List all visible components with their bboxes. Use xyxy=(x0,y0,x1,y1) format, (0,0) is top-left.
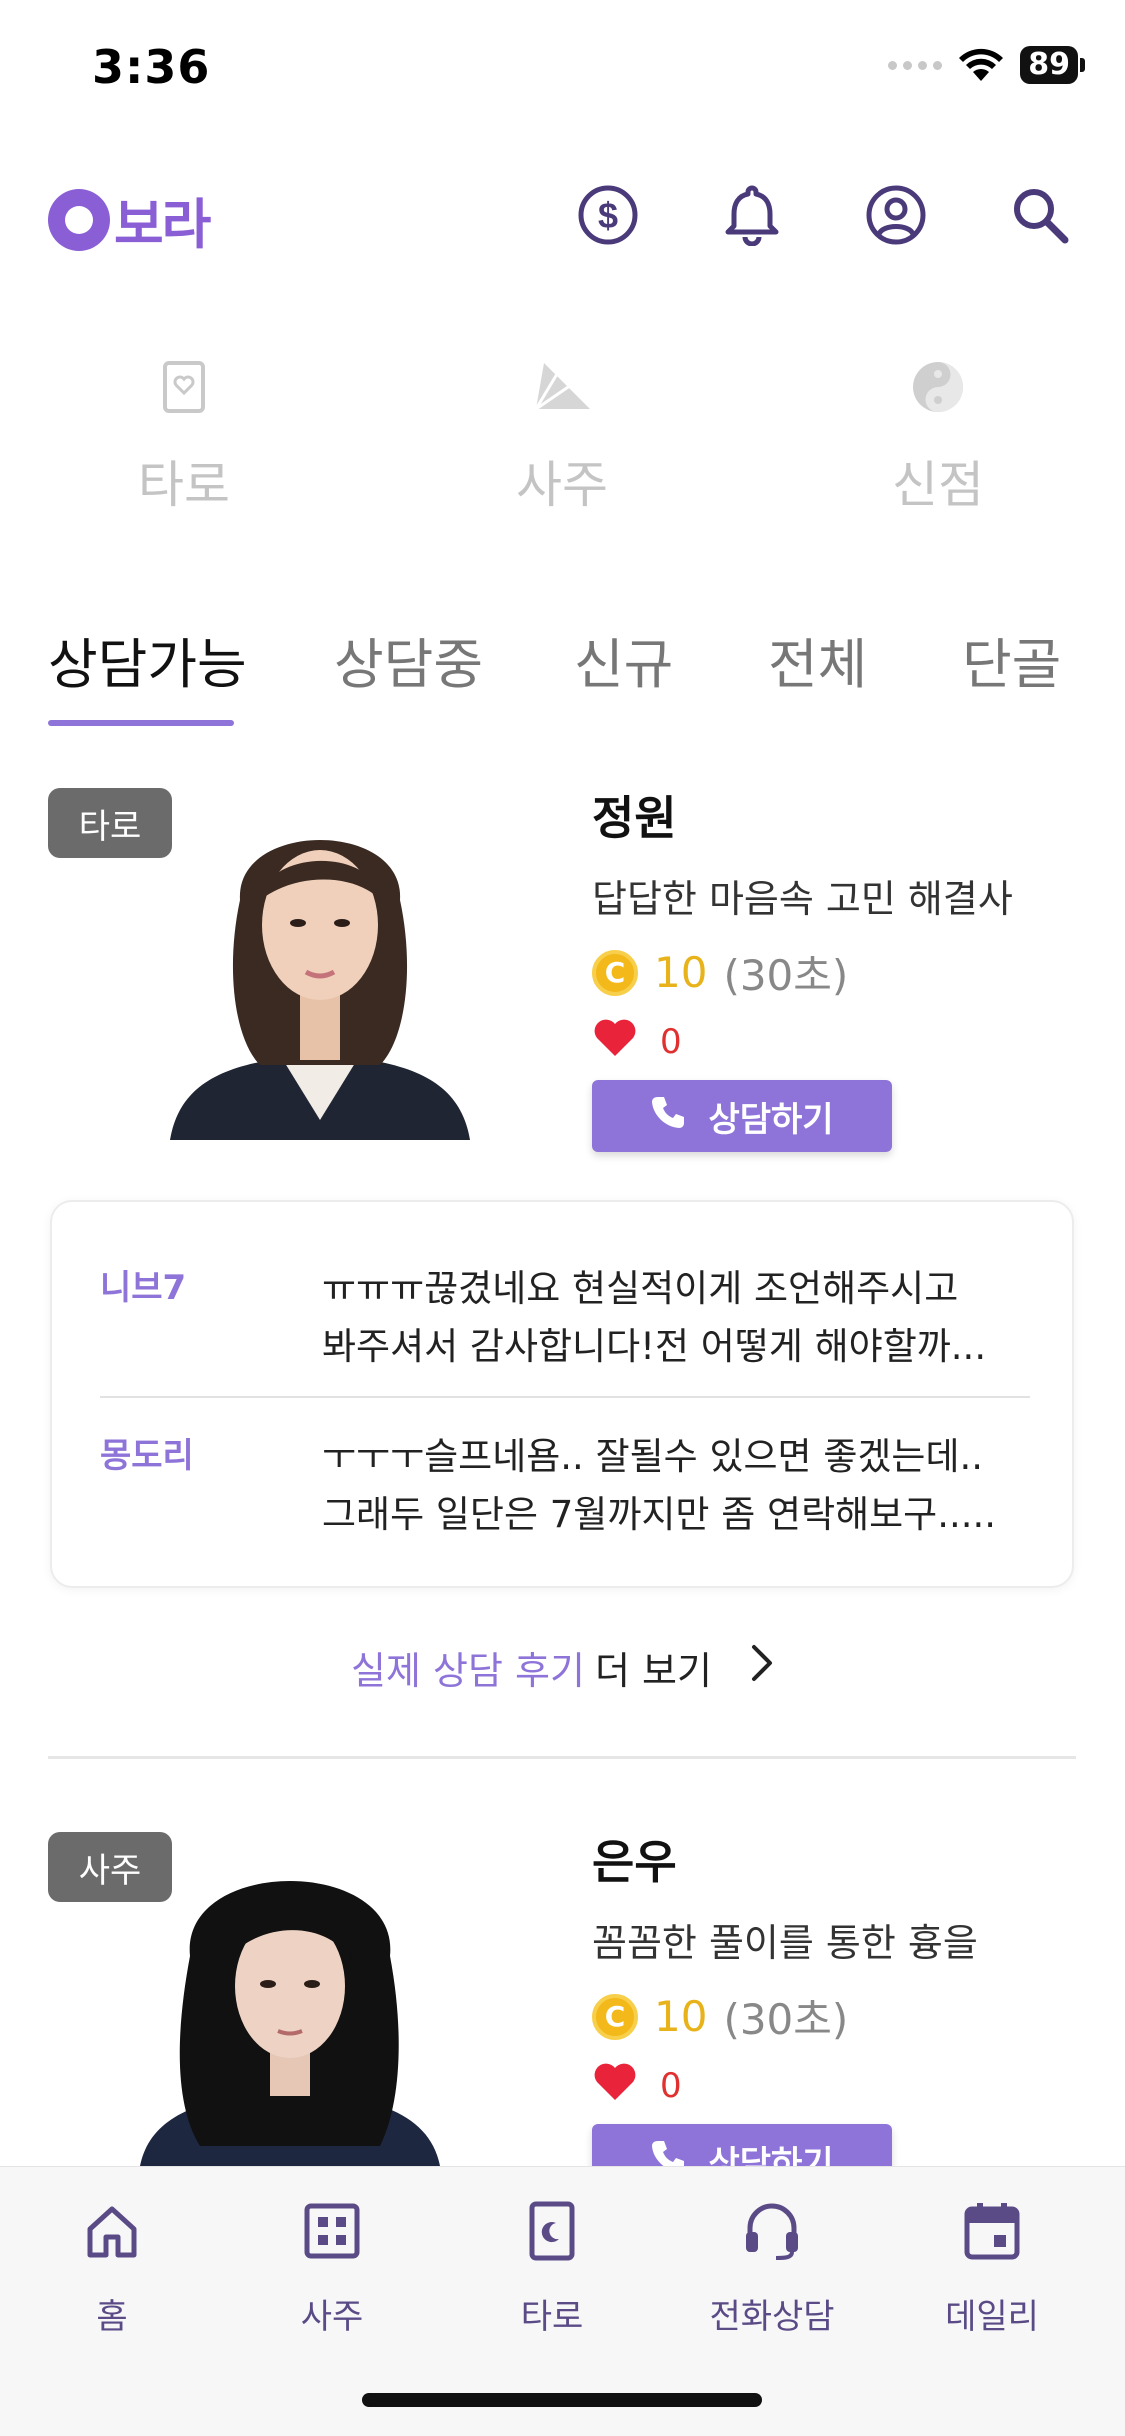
nav-saju[interactable]: 사주 xyxy=(232,2191,432,2338)
app-header: 보라 $ xyxy=(0,170,1125,260)
price-value: 10 xyxy=(654,948,708,997)
counselor-price: C 10 (30초) xyxy=(592,1986,848,2047)
more-reviews-link[interactable]: 실제 상담 후기 더 보기 xyxy=(0,1640,1125,1695)
counselor-name: 은우 xyxy=(592,1835,677,1889)
review-box: 니브7 ㅠㅠㅠ끊겼네요 현실적이게 조언해주시고 봐주셔서 감사합니다!전 어떻… xyxy=(50,1200,1074,1588)
battery-icon: 89 xyxy=(1020,46,1085,84)
nav-label: 홈 xyxy=(96,2297,128,2337)
fan-icon xyxy=(472,355,652,419)
nav-label: 타로 xyxy=(520,2297,584,2337)
tarot-moon-icon xyxy=(452,2191,652,2271)
tab-in-session[interactable]: 상담중 xyxy=(334,620,483,699)
wifi-icon xyxy=(958,47,1004,83)
review-author: 니브7 xyxy=(100,1268,187,1308)
counselor-photo[interactable] xyxy=(140,790,500,1140)
filter-tabs: 상담가능 상담중 신규 전체 단골 xyxy=(0,620,1125,730)
category-label: 사주 xyxy=(516,456,608,514)
counselor-likes: 0 xyxy=(592,1016,682,1067)
home-icon xyxy=(12,2191,212,2271)
tab-regular[interactable]: 단골 xyxy=(962,620,1061,699)
category-label: 타로 xyxy=(138,456,230,514)
review-item[interactable]: 니브7 ㅠㅠㅠ끊겼네요 현실적이게 조언해주시고 봐주셔서 감사합니다!전 어떻… xyxy=(100,1260,1030,1380)
counselor-description: 답답한 마음속 고민 해결사 xyxy=(592,877,1013,921)
calendar-icon xyxy=(892,2191,1092,2271)
coin-icon: C xyxy=(592,1993,638,2040)
category-tarot[interactable]: 타로 xyxy=(94,355,274,517)
nav-label: 전화상담 xyxy=(709,2297,835,2337)
battery-level: 89 xyxy=(1020,46,1078,84)
heart-icon xyxy=(592,1016,638,1067)
bottom-navigation: 홈 사주 타로 전화상담 데일리 xyxy=(0,2166,1125,2436)
logo-mark-icon xyxy=(48,188,110,251)
counselor-description: 꼼꼼한 풀이를 통한 흉을 xyxy=(592,1921,978,1965)
call-button[interactable]: 상담하기 xyxy=(592,1080,892,1152)
counselor-photo[interactable] xyxy=(120,1836,460,2166)
logo-text: 보라 xyxy=(114,193,211,256)
phone-icon xyxy=(650,1094,686,1139)
home-indicator xyxy=(362,2393,762,2407)
counselor-likes: 0 xyxy=(592,2060,682,2111)
tab-new[interactable]: 신규 xyxy=(574,620,673,699)
counselor-name: 정원 xyxy=(592,791,677,845)
review-author: 몽도리 xyxy=(100,1436,194,1476)
nav-label: 데일리 xyxy=(945,2297,1039,2337)
yin-yang-icon xyxy=(848,355,1028,419)
likes-count: 0 xyxy=(660,1021,682,1062)
chevron-right-icon xyxy=(750,1644,774,1691)
coin-dollar-icon[interactable]: $ xyxy=(573,180,643,250)
svg-text:$: $ xyxy=(598,195,618,236)
status-bar: 3:36 89 xyxy=(0,0,1125,140)
category-label: 신점 xyxy=(892,456,984,514)
headset-icon xyxy=(672,2191,872,2271)
more-reviews-accent: 실제 상담 후기 xyxy=(351,1649,585,1693)
cellular-signal-icon xyxy=(888,60,943,70)
review-divider xyxy=(100,1396,1030,1398)
review-text: ㅠㅠㅠ끊겼네요 현실적이게 조언해주시고 봐주셔서 감사합니다!전 어떻게 해야… xyxy=(322,1267,987,1368)
category-saju[interactable]: 사주 xyxy=(472,355,652,517)
status-time: 3:36 xyxy=(92,40,211,94)
bell-icon[interactable] xyxy=(717,180,787,250)
category-row: 타로 사주 신점 xyxy=(0,355,1125,514)
nav-label: 사주 xyxy=(300,2297,364,2337)
status-indicators: 89 xyxy=(888,46,1085,84)
tab-all[interactable]: 전체 xyxy=(768,620,867,699)
nav-tarot[interactable]: 타로 xyxy=(452,2191,652,2338)
review-item[interactable]: 몽도리 ㅜㅜㅜ슬프네욤.. 잘될수 있으면 좋겠는데.. 그래두 일단은 7월까… xyxy=(100,1428,1030,1548)
section-divider xyxy=(48,1756,1076,1759)
tab-available[interactable]: 상담가능 xyxy=(48,620,247,699)
user-circle-icon[interactable] xyxy=(861,180,931,250)
nav-phone-consult[interactable]: 전화상담 xyxy=(672,2191,872,2338)
search-icon[interactable] xyxy=(1005,180,1075,250)
app-logo[interactable]: 보라 xyxy=(48,180,211,259)
nav-home[interactable]: 홈 xyxy=(12,2191,212,2338)
counselor-price: C 10 (30초) xyxy=(592,942,848,1003)
category-sinjeom[interactable]: 신점 xyxy=(848,355,1028,517)
more-reviews-plain: 더 보기 xyxy=(594,1649,712,1693)
review-text: ㅜㅜㅜ슬프네욤.. 잘될수 있으면 좋겠는데.. 그래두 일단은 7월까지만 좀… xyxy=(322,1435,997,1536)
likes-count: 0 xyxy=(660,2065,682,2106)
active-tab-indicator xyxy=(48,720,234,726)
grid-icon xyxy=(232,2191,432,2271)
call-button-label: 상담하기 xyxy=(708,1099,834,1140)
price-unit: (30초) xyxy=(723,951,849,1000)
price-unit: (30초) xyxy=(723,1995,849,2044)
coin-icon: C xyxy=(592,949,638,996)
nav-daily[interactable]: 데일리 xyxy=(892,2191,1092,2338)
price-value: 10 xyxy=(654,1992,708,2041)
heart-icon xyxy=(592,2060,638,2111)
tarot-card-icon xyxy=(94,355,274,419)
